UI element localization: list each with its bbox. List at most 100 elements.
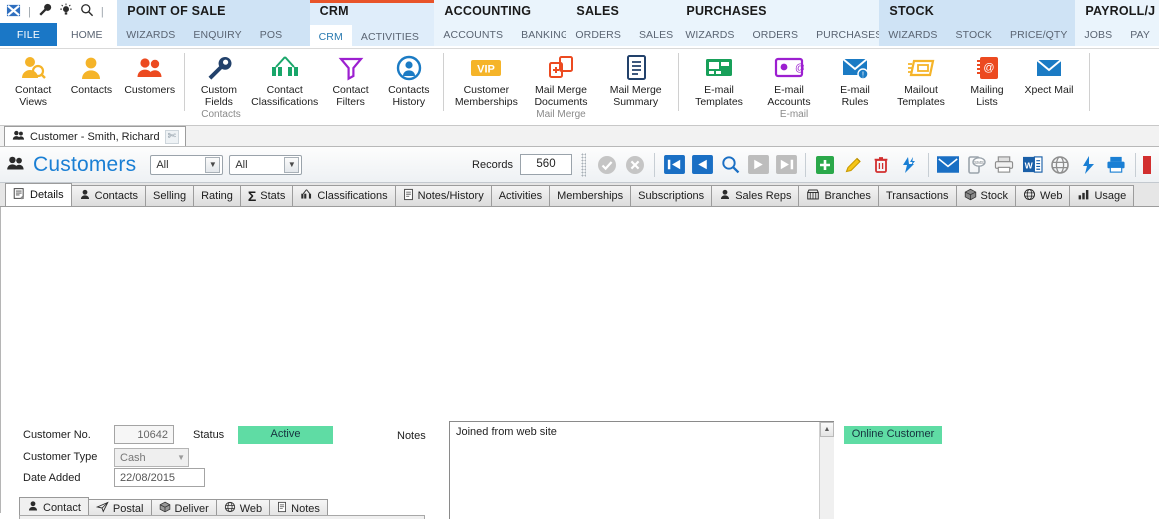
tab-sales-reps[interactable]: Sales Reps (711, 185, 800, 206)
ribbon-button-email-accounts[interactable]: @ E-mail Accounts (754, 49, 824, 115)
ribbon-label: E-mail Accounts (767, 84, 811, 108)
tab-activities[interactable]: Activities (490, 185, 551, 206)
last-record-icon[interactable] (774, 153, 798, 177)
tab-price-qty[interactable]: PRICE/QTY (1001, 23, 1077, 46)
app-logo-icon[interactable] (6, 3, 21, 21)
close-icon[interactable]: ✄ (164, 129, 179, 144)
tab-orders[interactable]: ORDERS (744, 23, 808, 46)
refresh-icon[interactable] (897, 153, 921, 177)
first-record-icon[interactable] (662, 153, 686, 177)
notes-scrollbar[interactable]: ▲ ▼ (819, 422, 834, 519)
toolbar-overflow[interactable] (1143, 153, 1151, 177)
tab-subscriptions[interactable]: Subscriptions (630, 185, 713, 206)
tab-transactions[interactable]: Transactions (877, 185, 957, 206)
menu-group-point-of-sale[interactable]: POINT OF SALE WIZARDS ENQUIRY POS (117, 0, 310, 46)
menu-group-purchases[interactable]: PURCHASES WIZARDS ORDERS PURCHASES (676, 0, 882, 46)
menu-group-crm[interactable]: CRM CRM ACTIVITIES (309, 0, 435, 46)
toolbar-grip[interactable] (581, 152, 586, 177)
customer-type-dropdown[interactable]: Cash ▼ (114, 448, 189, 467)
tab-web[interactable]: Web (1015, 185, 1071, 206)
tab-jobs[interactable]: JOBS (1075, 23, 1121, 46)
send-email-icon[interactable] (936, 153, 960, 177)
document-tab-bar: Customer - Smith, Richard ✄ (0, 126, 1159, 147)
ribbon-button-customers[interactable]: Customers (121, 49, 179, 115)
tab-pay[interactable]: PAY (1121, 23, 1159, 46)
tab-pos[interactable]: POS (251, 23, 291, 46)
find-record-icon[interactable] (718, 153, 742, 177)
ribbon-button-mailout-templates[interactable]: Mailout Templates (886, 49, 956, 115)
send-sms-icon[interactable]: SMS (964, 153, 988, 177)
tab-enquiry[interactable]: ENQUIRY (184, 23, 250, 46)
menu-group-tabs: WIZARDS STOCK PRICE/QTY (879, 23, 1075, 46)
ribbon-button-email-templates[interactable]: E-mail Templates (684, 49, 754, 115)
print-icon[interactable] (1104, 153, 1128, 177)
chevron-down-icon[interactable]: ▼ (284, 156, 300, 173)
tab-details[interactable]: Details (5, 183, 72, 206)
wrench-icon[interactable] (38, 3, 52, 20)
delete-record-icon[interactable] (869, 153, 893, 177)
subtab-contact[interactable]: Contact (19, 497, 89, 517)
ribbon-button-email-rules[interactable]: ! E-mail Rules (824, 49, 886, 115)
tab-wizards[interactable]: WIZARDS (879, 23, 946, 46)
filter-dropdown-1[interactable]: All ▼ (150, 154, 224, 175)
quick-action-icon[interactable] (1076, 153, 1100, 177)
tab-classifications[interactable]: Classifications (292, 185, 396, 206)
previous-record-icon[interactable] (690, 153, 714, 177)
print-preview-icon[interactable] (992, 153, 1016, 177)
ribbon-button-mail-merge-summary[interactable]: Mail Merge Summary (598, 49, 673, 115)
tab-branches[interactable]: Branches (798, 185, 879, 206)
lightbulb-icon[interactable] (59, 3, 73, 20)
ribbon-button-contact-views[interactable]: Contact Views (4, 49, 62, 115)
ribbon-button-contacts-history[interactable]: Contacts History (380, 49, 438, 115)
menu-group-stock[interactable]: STOCK WIZARDS STOCK PRICE/QTY (879, 0, 1076, 46)
tab-activities[interactable]: ACTIVITIES (352, 25, 428, 46)
next-record-icon[interactable] (746, 153, 770, 177)
ribbon-button-contacts[interactable]: Contacts (62, 49, 120, 115)
ribbon-button-custom-fields[interactable]: Custom Fields (190, 49, 248, 115)
tab-contacts[interactable]: Contacts (70, 185, 147, 206)
tab-orders[interactable]: ORDERS (566, 23, 630, 46)
tab-home[interactable]: HOME (57, 23, 113, 46)
menu-group-payroll-jobs[interactable]: PAYROLL/J JOBS PAY (1075, 0, 1159, 46)
tab-notes-history[interactable]: Notes/History (394, 185, 492, 206)
ribbon-button-contact-filters[interactable]: Contact Filters (321, 49, 379, 115)
cancel-x-icon[interactable] (623, 153, 647, 177)
export-word-icon[interactable]: W (1020, 153, 1044, 177)
tab-memberships[interactable]: Memberships (549, 185, 632, 206)
divider: | (28, 5, 31, 18)
scroll-up-icon[interactable]: ▲ (820, 422, 834, 437)
tab-selling[interactable]: Selling (145, 185, 195, 206)
ribbon-button-mail-merge-documents[interactable]: Mail Merge Documents (524, 49, 599, 115)
tab-wizards[interactable]: WIZARDS (676, 23, 743, 46)
ribbon-button-mailing-lists[interactable]: @ Mailing Lists (956, 49, 1018, 115)
menu-group-accounting[interactable]: ACCOUNTING ACCOUNTS BANKING (434, 0, 569, 46)
chevron-down-icon[interactable]: ▼ (177, 453, 185, 462)
accept-check-icon[interactable] (595, 153, 619, 177)
tab-usage[interactable]: Usage (1069, 185, 1135, 206)
divider: | (100, 5, 104, 18)
search-icon[interactable] (80, 3, 94, 20)
file-menu-button[interactable]: FILE (0, 23, 57, 46)
notes-textarea[interactable]: Joined from web site (449, 421, 834, 519)
tab-stock[interactable]: Stock (955, 185, 1017, 206)
tab-wizards[interactable]: WIZARDS (117, 23, 184, 46)
tab-stats[interactable]: Σ Stats (239, 185, 294, 206)
tab-rating[interactable]: Rating (193, 185, 241, 206)
chevron-down-icon[interactable]: ▼ (205, 156, 221, 173)
edit-record-icon[interactable] (841, 153, 865, 177)
add-record-icon[interactable] (813, 153, 837, 177)
web-icon[interactable] (1048, 153, 1072, 177)
tab-sales[interactable]: SALES (630, 23, 682, 46)
filter-dropdown-2[interactable]: All ▼ (229, 154, 303, 175)
tab-stock[interactable]: STOCK (947, 23, 1001, 46)
ribbon-button-customer-memberships[interactable]: VIP Customer Memberships (449, 49, 524, 115)
tab-label: Details (30, 189, 64, 201)
tab-crm[interactable]: CRM (309, 24, 352, 46)
menu-group-sales[interactable]: SALES ORDERS SALES (566, 0, 677, 46)
document-tab-customer[interactable]: Customer - Smith, Richard ✄ (4, 126, 186, 146)
ribbon-button-contact-classifications[interactable]: Contact Classifications (248, 49, 321, 115)
person-icon (27, 500, 39, 515)
tab-accounts[interactable]: ACCOUNTS (434, 23, 512, 46)
ribbon-button-xpect-mail[interactable]: Xpect Mail (1018, 49, 1080, 115)
tab-label: Notes/History (417, 190, 484, 202)
